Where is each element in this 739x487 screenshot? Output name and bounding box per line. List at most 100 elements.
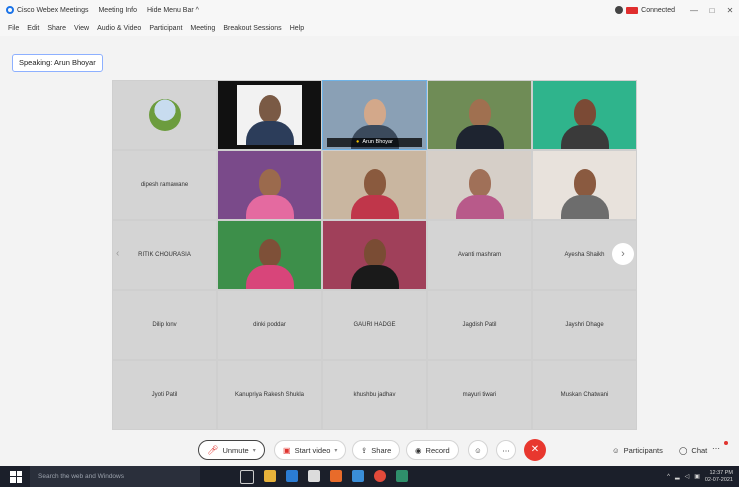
participant-name: Avanti mashram xyxy=(457,252,502,258)
taskbar-search-input[interactable]: Search the web and Windows xyxy=(30,466,200,487)
participant-tile[interactable]: dipesh ramawane xyxy=(112,150,217,220)
meeting-info-button[interactable]: Meeting Info xyxy=(98,7,137,14)
participant-avatar xyxy=(148,99,181,131)
recording-indicator-icon xyxy=(626,6,639,14)
participants-button[interactable]: ☺ Participants xyxy=(604,440,671,460)
chat-button[interactable]: ◯ Chat xyxy=(671,440,715,460)
participant-silhouette xyxy=(560,169,609,219)
hide-menu-bar-button[interactable]: Hide Menu Bar ^ xyxy=(147,7,199,14)
share-icon: ⇪ xyxy=(361,445,368,455)
participant-tile[interactable] xyxy=(427,150,532,220)
participant-tile[interactable]: RITIK CHOURASIA xyxy=(112,220,217,290)
network-icon[interactable]: ▂ xyxy=(675,473,680,480)
time-label: 12:37 PM xyxy=(709,469,733,476)
maximize-button[interactable]: □ xyxy=(703,6,721,15)
participant-tile[interactable] xyxy=(217,220,322,290)
notification-dot xyxy=(724,441,728,445)
record-label: Record xyxy=(425,445,450,455)
participant-tile[interactable]: Avanti mashram xyxy=(427,220,532,290)
participant-tile[interactable] xyxy=(532,150,637,220)
end-meeting-button[interactable]: ✕ xyxy=(524,439,546,461)
record-button[interactable]: ◉ Record xyxy=(406,440,459,460)
title-bar: Cisco Webex Meetings Meeting Info Hide M… xyxy=(0,0,739,20)
participant-tile[interactable] xyxy=(322,150,427,220)
participant-name: dinki poddar xyxy=(253,322,286,328)
webex-logo-icon xyxy=(6,6,14,14)
chevron-up-icon[interactable]: ^ xyxy=(667,474,670,480)
speaking-mic-icon: ● xyxy=(356,139,360,145)
participant-video xyxy=(236,85,303,145)
participant-tile[interactable] xyxy=(532,80,637,150)
participant-tile[interactable]: GAURI HADGE xyxy=(322,290,427,360)
participant-name: dipesh ramawane xyxy=(140,182,189,188)
participant-name: Jagdish Patil xyxy=(462,322,497,328)
more-panels-icon[interactable]: ⋯ xyxy=(712,444,720,453)
menu-edit[interactable]: Edit xyxy=(27,25,39,32)
menu-share[interactable]: Share xyxy=(47,25,66,32)
participant-tile[interactable] xyxy=(217,150,322,220)
windows-start-icon[interactable] xyxy=(10,470,22,483)
participant-name: khushbu jadhav xyxy=(353,392,396,398)
menu-help[interactable]: Help xyxy=(290,25,304,32)
close-button[interactable]: ✕ xyxy=(721,6,739,15)
start-video-button[interactable]: ▣ Start video ▾ xyxy=(274,440,347,460)
media-player-icon[interactable] xyxy=(330,469,342,482)
participant-tile[interactable] xyxy=(217,80,322,150)
video-off-icon: ▣ xyxy=(283,445,291,455)
store-icon[interactable] xyxy=(308,469,320,482)
unmute-button[interactable]: 🎤︎ Unmute ▾ xyxy=(198,440,265,460)
participants-label: Participants xyxy=(623,445,663,455)
minimize-button[interactable]: — xyxy=(685,6,703,15)
menu-audio-video[interactable]: Audio & Video xyxy=(97,25,141,32)
menu-breakout-sessions[interactable]: Breakout Sessions xyxy=(223,25,281,32)
participant-name: Muskan Chatwani xyxy=(560,392,609,398)
participant-tile[interactable]: Muskan Chatwani xyxy=(532,360,637,430)
participant-video xyxy=(533,151,636,219)
app-icon[interactable] xyxy=(396,469,408,482)
participant-tile[interactable] xyxy=(427,80,532,150)
participant-name-tag: ● Arun Bhoyar xyxy=(327,138,422,147)
participant-tile[interactable]: Jagdish Patil xyxy=(427,290,532,360)
menu-participant[interactable]: Participant xyxy=(149,25,182,32)
participant-tile[interactable]: dinki poddar xyxy=(217,290,322,360)
message-icon[interactable]: ▣ xyxy=(694,473,700,480)
menu-bar: File Edit Share View Audio & Video Parti… xyxy=(0,20,739,36)
participant-name: Arun Bhoyar xyxy=(362,139,393,145)
app-title: Cisco Webex Meetings xyxy=(17,6,89,14)
edge-browser-icon[interactable] xyxy=(286,469,298,482)
participant-tile[interactable]: Jayshri Dhage xyxy=(532,290,637,360)
participant-tile[interactable]: Jyoti Patil xyxy=(112,360,217,430)
previous-page-icon[interactable]: ‹ xyxy=(116,248,119,259)
participant-tile[interactable]: khushbu jadhav xyxy=(322,360,427,430)
participant-name: Kanupriya Rakesh Shukla xyxy=(234,392,305,398)
file-explorer-icon[interactable] xyxy=(264,469,276,482)
reactions-button[interactable]: ☺ xyxy=(468,440,488,460)
menu-meeting[interactable]: Meeting xyxy=(190,25,215,32)
participant-tile[interactable]: mayuri tiwari xyxy=(427,360,532,430)
menu-file[interactable]: File xyxy=(8,25,19,32)
participant-silhouette xyxy=(560,99,609,149)
chevron-down-icon[interactable]: ▾ xyxy=(253,447,256,454)
chevron-down-icon[interactable]: ▾ xyxy=(334,447,337,454)
volume-icon[interactable]: ◁ xyxy=(685,473,690,480)
webex-taskbar-icon[interactable] xyxy=(352,469,364,482)
taskbar-clock[interactable]: 12:37 PM 02-07-2021 xyxy=(705,470,733,484)
participant-video xyxy=(323,151,426,219)
share-button[interactable]: ⇪ Share xyxy=(352,440,401,460)
next-page-button[interactable]: › xyxy=(612,243,634,265)
menu-view[interactable]: View xyxy=(74,25,89,32)
participant-tile[interactable] xyxy=(322,220,427,290)
chrome-icon[interactable] xyxy=(374,469,386,482)
participant-tile[interactable]: Kanupriya Rakesh Shukla xyxy=(217,360,322,430)
participant-silhouette xyxy=(245,239,294,289)
participant-silhouette xyxy=(245,95,294,145)
participant-tile[interactable]: ● Arun Bhoyar xyxy=(322,80,427,150)
more-options-button[interactable]: ⋯ xyxy=(496,440,516,460)
connection-status[interactable]: Connected xyxy=(615,6,675,14)
participant-silhouette xyxy=(455,99,504,149)
chat-icon: ◯ xyxy=(679,445,688,455)
participant-grid: ● Arun Bhoyar dipesh ramawane RITIK CHOURAS… xyxy=(112,80,637,430)
task-view-icon[interactable] xyxy=(240,469,254,484)
participant-tile[interactable]: Dilip lonv xyxy=(112,290,217,360)
participant-tile[interactable] xyxy=(112,80,217,150)
